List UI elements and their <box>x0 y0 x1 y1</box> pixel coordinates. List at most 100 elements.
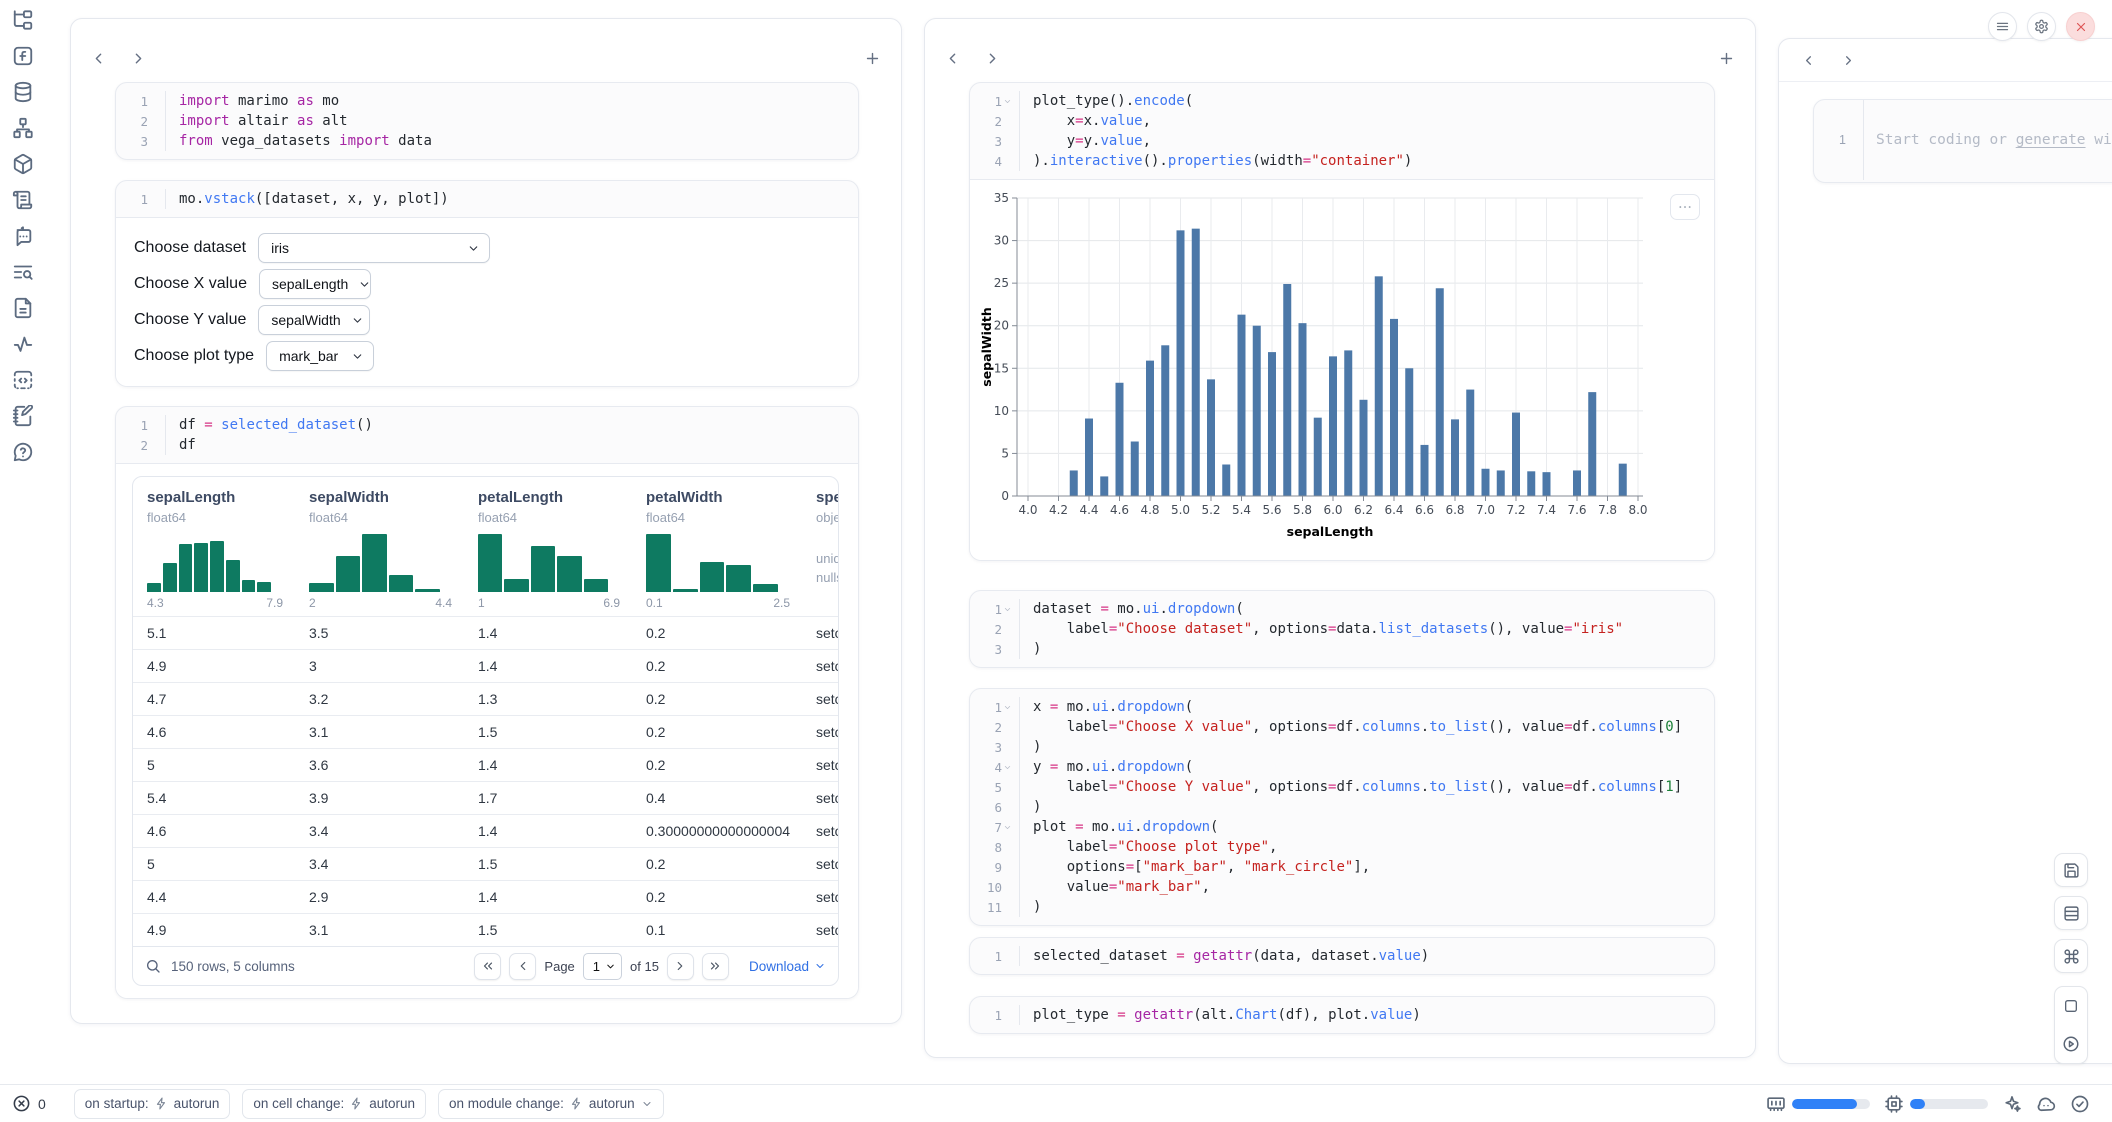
run-all-button[interactable] <box>2055 1025 2087 1063</box>
svg-text:4.8: 4.8 <box>1140 503 1159 517</box>
function-square-icon[interactable] <box>12 45 34 67</box>
svg-text:6.2: 6.2 <box>1354 503 1373 517</box>
save-button[interactable] <box>2054 853 2088 887</box>
first-page-button[interactable] <box>474 953 501 980</box>
table-cell: 1.4 <box>464 649 632 682</box>
code-editor[interactable]: 1mo.vstack([dataset, x, y, plot]) <box>116 181 858 217</box>
activity-icon[interactable] <box>12 333 34 355</box>
column-header[interactable]: sepalLengthfloat644.37.9 <box>133 477 295 616</box>
notebook-pen-icon[interactable] <box>12 405 34 427</box>
minimal-mode-button[interactable] <box>2055 987 2087 1025</box>
table-cell: 3.9 <box>295 781 464 814</box>
add-cell-button[interactable] <box>1713 45 1739 71</box>
next-cell-button[interactable] <box>979 45 1005 71</box>
download-button[interactable]: Download <box>749 959 826 974</box>
page-count-label: of 15 <box>630 959 659 974</box>
choose-y-value-select[interactable]: sepalWidth <box>258 305 370 335</box>
svg-text:5.0: 5.0 <box>1171 503 1190 517</box>
code-editor[interactable]: 1selected_dataset = getattr(data, datase… <box>970 938 1714 974</box>
page-select[interactable]: 1 <box>583 953 622 980</box>
control-row: Choose Y value sepalWidth <box>134 302 840 338</box>
table-cell: 4.4 <box>133 880 295 913</box>
editor-placeholder: Start coding or generate with AI <box>1864 132 2112 148</box>
prev-button[interactable] <box>1795 47 1821 73</box>
scratchpad-editor[interactable]: 1 Start coding or generate with AI <box>1814 100 2112 180</box>
chevron-down-icon <box>814 960 826 972</box>
sparkles-icon[interactable] <box>2002 1094 2022 1114</box>
bot-chat-icon[interactable] <box>12 225 34 247</box>
prev-cell-button[interactable] <box>85 45 111 71</box>
autorun-pill[interactable]: on cell change:autorun <box>242 1089 426 1119</box>
choose-dataset-select[interactable]: iris <box>258 233 490 263</box>
code-editor[interactable]: 1plot_type().encode(2 x=x.value,3 y=y.va… <box>970 83 1714 179</box>
table-cell: 0.2 <box>632 682 802 715</box>
code-editor[interactable]: 1dataset = mo.ui.dropdown(2 label="Choos… <box>970 591 1714 667</box>
dataframe-cell: 1df = selected_dataset()2df sepalLengthf… <box>115 406 859 999</box>
file-tree-icon[interactable] <box>12 9 34 31</box>
code-line: 3) <box>970 639 1714 659</box>
menu-button[interactable] <box>1988 12 2017 41</box>
chevron-down-icon <box>467 242 480 255</box>
keyboard-shortcuts-button[interactable] <box>2054 939 2088 973</box>
next-page-button[interactable] <box>667 953 694 980</box>
generate-link[interactable]: generate <box>2016 132 2086 148</box>
search-icon[interactable] <box>145 958 161 974</box>
package-icon[interactable] <box>12 153 34 175</box>
svg-text:5: 5 <box>1001 446 1009 460</box>
close-button[interactable] <box>2066 12 2095 41</box>
vstack-cell: 1mo.vstack([dataset, x, y, plot]) Choose… <box>115 180 859 387</box>
chart-options-button[interactable] <box>1670 194 1700 220</box>
errors-indicator[interactable]: 0 <box>12 1094 46 1113</box>
table-cell: 4.6 <box>133 715 295 748</box>
bar-chart[interactable]: 4.04.24.44.64.85.05.25.45.65.86.06.26.46… <box>980 190 1714 552</box>
choose-x-value-select[interactable]: sepalLength <box>259 269 371 299</box>
file-text-icon[interactable] <box>12 297 34 319</box>
scroll-icon[interactable] <box>12 189 34 211</box>
layout-rows-button[interactable] <box>2054 896 2088 930</box>
table-cell: 5 <box>133 847 295 880</box>
check-circle-icon[interactable] <box>2070 1094 2090 1114</box>
text-search-icon[interactable] <box>12 261 34 283</box>
prev-page-button[interactable] <box>509 953 536 980</box>
autorun-pill[interactable]: on startup:autorun <box>74 1089 231 1119</box>
last-page-button[interactable] <box>702 953 729 980</box>
code-editor[interactable]: 1plot_type = getattr(alt.Chart(df), plot… <box>970 997 1714 1033</box>
svg-text:4.2: 4.2 <box>1049 503 1068 517</box>
table-cell: 4.9 <box>133 913 295 946</box>
control-label: Choose plot type <box>134 347 254 365</box>
column-header[interactable]: sepalWidthfloat6424.4 <box>295 477 464 616</box>
code-line: 7plot = mo.ui.dropdown( <box>970 817 1714 837</box>
code-editor[interactable]: 1df = selected_dataset()2df <box>116 407 858 463</box>
svg-text:5.4: 5.4 <box>1232 503 1251 517</box>
autorun-pill[interactable]: on module change:autorun <box>438 1089 664 1119</box>
settings-button[interactable] <box>2027 12 2056 41</box>
svg-text:4.4: 4.4 <box>1079 503 1098 517</box>
column-header[interactable]: petalWidthfloat640.12.5 <box>632 477 802 616</box>
column-header[interactable]: petalLengthfloat6416.9 <box>464 477 632 616</box>
table-cell: 4.9 <box>133 649 295 682</box>
table-cell: 3.5 <box>295 616 464 649</box>
help-circle-icon[interactable] <box>12 441 34 463</box>
next-cell-button[interactable] <box>125 45 151 71</box>
autorun-settings: on startup:autorun on cell change:autorun… <box>74 1089 664 1119</box>
code-line: 3from vega_datasets import data <box>116 131 858 151</box>
choose-plot-type-select[interactable]: mark_bar <box>266 341 374 371</box>
table-cell: 4.7 <box>133 682 295 715</box>
dependency-graph-icon[interactable] <box>12 117 34 139</box>
database-icon[interactable] <box>12 81 34 103</box>
code-line: 1selected_dataset = getattr(data, datase… <box>970 946 1714 966</box>
table-cell: 3.4 <box>295 847 464 880</box>
code-snippet-icon[interactable] <box>12 369 34 391</box>
code-editor[interactable]: 1import marimo as mo2import altair as al… <box>116 83 858 159</box>
table-cell: setosa <box>802 748 839 781</box>
column-header[interactable]: speciesobjectunique:nulls: <box>802 477 839 616</box>
plot-type-cell: 1plot_type = getattr(alt.Chart(df), plot… <box>969 996 1715 1034</box>
add-cell-button[interactable] <box>859 45 885 71</box>
next-button[interactable] <box>1835 47 1861 73</box>
code-editor[interactable]: 1x = mo.ui.dropdown(2 label="Choose X va… <box>970 689 1714 925</box>
cloud-icon[interactable] <box>2036 1094 2056 1114</box>
prev-cell-button[interactable] <box>939 45 965 71</box>
control-label: Choose Y value <box>134 311 246 329</box>
svg-text:15: 15 <box>994 361 1009 375</box>
table-cell: 0.1 <box>632 913 802 946</box>
